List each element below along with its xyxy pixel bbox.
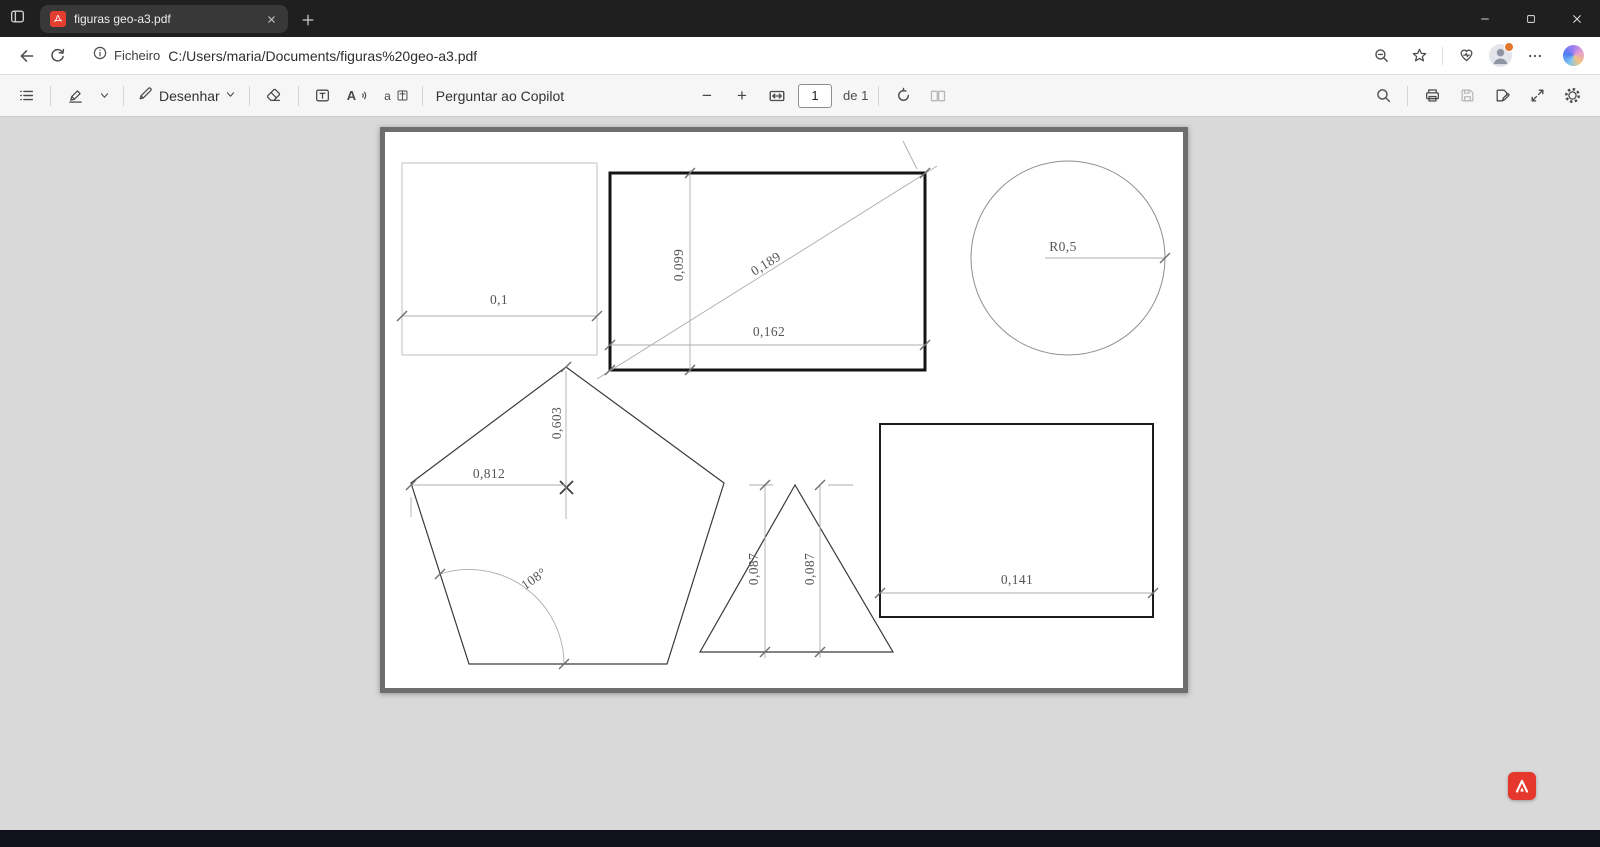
tab-title: figuras geo-a3.pdf: [74, 12, 171, 26]
tab-actions-button[interactable]: [0, 0, 34, 37]
favorite-star-button[interactable]: [1404, 41, 1434, 71]
taskbar-strip: [0, 830, 1600, 847]
dimension-label: 108°: [518, 565, 549, 593]
info-icon: [92, 45, 108, 66]
window-controls: [1462, 0, 1600, 37]
read-aloud-button[interactable]: A: [344, 81, 374, 111]
dimension-label: 0,603: [549, 407, 564, 439]
dimension-label: 0,189: [748, 249, 783, 279]
dimension-label: R0,5: [1049, 239, 1076, 254]
titlebar: figuras geo-a3.pdf: [0, 0, 1600, 37]
back-button[interactable]: [12, 41, 42, 71]
translate-icon: a: [384, 88, 391, 103]
more-options-button[interactable]: [1520, 41, 1550, 71]
page-view-button[interactable]: [924, 81, 952, 111]
site-info-chip[interactable]: Ficheiro: [88, 45, 168, 66]
read-aloud-icon: A: [346, 88, 357, 103]
tab-close-button[interactable]: [262, 10, 280, 28]
page-number-input[interactable]: [798, 83, 832, 108]
dimension-label: 0,812: [473, 466, 505, 481]
page-total-label: de 1: [843, 88, 869, 103]
save-button[interactable]: [1453, 81, 1481, 111]
separator: [878, 85, 880, 106]
dimensioned-rectangle: 0,141: [874, 423, 1159, 618]
draw-button[interactable]: Desenhar: [134, 81, 239, 111]
zoom-out-button[interactable]: −: [693, 81, 721, 111]
zoom-out-page-icon[interactable]: [1366, 41, 1396, 71]
dimension-label: 0,162: [753, 324, 785, 339]
browser-essentials-button[interactable]: [1451, 41, 1481, 71]
browser-window: figuras geo-a3.pdf Ficheiro C:/Users/mar…: [0, 0, 1600, 847]
security-label: Ficheiro: [114, 48, 161, 63]
separator: [123, 85, 124, 106]
separator: [248, 85, 250, 106]
url-text: C:/Users/maria/Documents/figuras%20geo-a…: [168, 47, 478, 64]
separator: [1442, 46, 1443, 65]
chevron-down-icon: [225, 87, 236, 105]
add-text-button[interactable]: [309, 81, 337, 111]
dimensioned-triangle: 0,087 0,087: [698, 479, 895, 658]
maximize-button[interactable]: [1508, 0, 1554, 37]
separator: [421, 85, 423, 106]
separator: [1407, 85, 1408, 106]
tab-actions-icon: [9, 8, 26, 30]
translate-button[interactable]: a: [381, 81, 412, 111]
address-field[interactable]: Ficheiro C:/Users/maria/Documents/figura…: [88, 41, 1366, 71]
open-in-acrobat-button[interactable]: [1508, 772, 1536, 800]
ask-copilot-label: Perguntar ao Copilot: [435, 87, 565, 104]
settings-gear-icon[interactable]: [1558, 81, 1586, 111]
dimension-label: 0,1: [490, 292, 508, 307]
dimensioned-square: 0,1: [396, 162, 603, 356]
separator: [50, 85, 51, 106]
rotate-button[interactable]: [889, 81, 917, 111]
pdf-viewer[interactable]: 0,1 0,099 0,189 0,162 R0,5 0,603 0,812 1…: [0, 117, 1600, 830]
profile-avatar[interactable]: [1489, 42, 1514, 67]
fullscreen-button[interactable]: [1523, 81, 1551, 111]
dimension-label: 0,087: [802, 553, 817, 585]
pdf-toolbar: Desenhar A a Perguntar ao Copilot − + 1 …: [0, 75, 1600, 117]
dimension-label: 0,099: [671, 249, 686, 281]
browser-tab[interactable]: figuras geo-a3.pdf: [40, 5, 288, 33]
dimensioned-pentagon: 0,603 0,812 108°: [405, 361, 725, 670]
copilot-icon: [1562, 45, 1584, 66]
refresh-button[interactable]: [42, 41, 72, 71]
draw-label: Desenhar: [159, 87, 220, 104]
navbar-right-icons: [1366, 41, 1588, 71]
pdf-page: 0,1 0,099 0,189 0,162 R0,5 0,603 0,812 1…: [380, 127, 1188, 693]
separator: [297, 85, 299, 106]
print-button[interactable]: [1418, 81, 1446, 111]
copilot-button[interactable]: [1558, 41, 1588, 71]
table-of-contents-button[interactable]: [12, 81, 40, 111]
minimize-button[interactable]: [1462, 0, 1508, 37]
dimensioned-rectangle-bold: 0,099 0,189 0,162: [596, 140, 938, 380]
close-button[interactable]: [1554, 0, 1600, 37]
dimension-label: 0,087: [746, 553, 761, 585]
technical-drawing: 0,1 0,099 0,189 0,162 R0,5 0,603 0,812 1…: [396, 140, 1171, 670]
erase-button[interactable]: [260, 81, 288, 111]
ask-copilot-button[interactable]: Perguntar ao Copilot: [433, 81, 567, 111]
highlight-button[interactable]: [61, 81, 89, 111]
zoom-in-button[interactable]: +: [728, 81, 756, 111]
dimensioned-circle: R0,5: [970, 160, 1171, 356]
address-bar-row: Ficheiro C:/Users/maria/Documents/figura…: [0, 37, 1600, 75]
dimension-label: 0,141: [1001, 572, 1033, 587]
save-as-button[interactable]: [1488, 81, 1516, 111]
pdf-file-icon: [50, 11, 66, 27]
highlight-dropdown[interactable]: [96, 81, 113, 111]
search-document-button[interactable]: [1369, 81, 1397, 111]
new-tab-button[interactable]: [296, 8, 320, 32]
pen-icon: [137, 85, 154, 107]
fit-to-width-button[interactable]: [763, 81, 791, 111]
